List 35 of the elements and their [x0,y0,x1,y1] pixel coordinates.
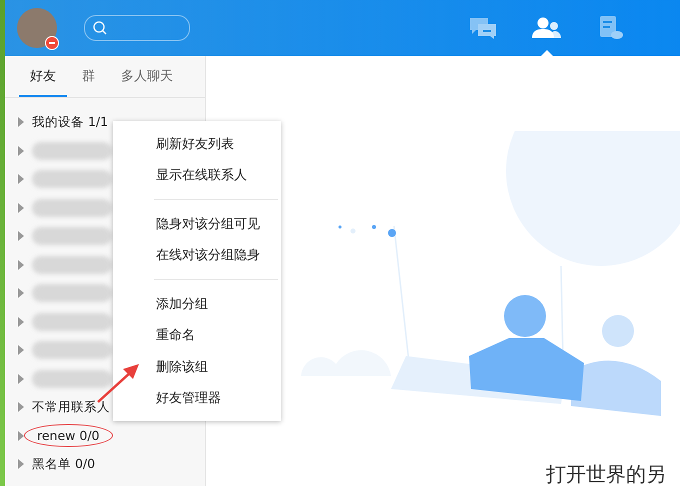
expand-triangle-icon[interactable] [18,345,24,356]
expand-triangle-icon[interactable] [18,146,24,156]
expand-triangle-icon[interactable] [18,430,24,441]
menu-item[interactable]: 在线对该分组隐身 [113,240,281,271]
expand-triangle-icon[interactable] [18,316,24,327]
document-icon [598,15,624,41]
menu-item[interactable]: 重命名 [113,320,281,351]
menu-item[interactable]: 刷新好友列表 [113,128,281,160]
menu-item[interactable]: 删除该组 [113,351,281,382]
contacts-icon [532,17,562,39]
search-icon [93,21,107,35]
expand-triangle-icon[interactable] [18,260,24,270]
expand-triangle-icon[interactable] [18,231,24,242]
welcome-caption: 打开世界的另 [546,464,667,486]
group-name[interactable]: renew 0/0 [24,424,112,448]
menu-item[interactable]: 添加分组 [113,288,281,320]
expand-triangle-icon[interactable] [18,174,24,184]
expand-triangle-icon[interactable] [18,117,24,128]
menu-item[interactable]: 显示在线联系人 [113,160,281,191]
expand-triangle-icon[interactable] [18,459,24,470]
menu-item[interactable]: 好友管理器 [113,382,281,414]
chat-icon [468,16,498,40]
avatar[interactable] [17,8,57,48]
group-name[interactable]: 黑名单 0/0 [32,456,96,473]
menu-item[interactable]: 隐身对该分组可见 [113,208,281,240]
expand-triangle-icon[interactable] [18,402,24,412]
search-field[interactable] [84,15,190,41]
expand-triangle-icon[interactable] [18,374,24,384]
tab[interactable]: 群 [71,56,106,97]
group-name[interactable]: 不常用联系人 [32,398,110,416]
group-name[interactable]: 我的设备 1/1 [32,114,108,131]
expand-triangle-icon[interactable] [18,288,24,298]
tab[interactable]: 多人聊天 [110,56,184,97]
tab[interactable]: 好友 [19,56,67,97]
expand-triangle-icon[interactable] [18,202,24,213]
